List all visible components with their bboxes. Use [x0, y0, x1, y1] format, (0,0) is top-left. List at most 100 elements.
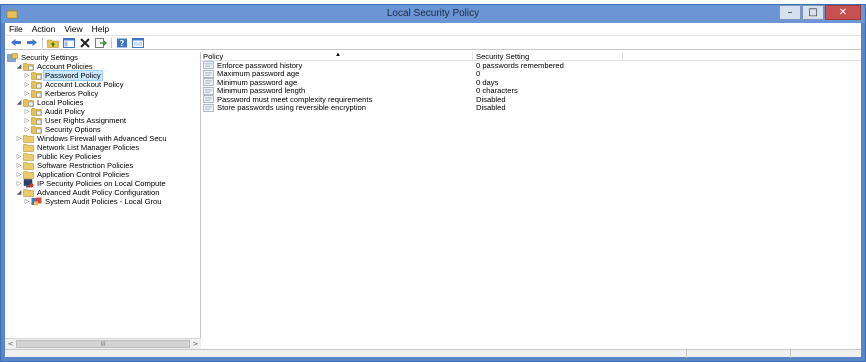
folder-icon [23, 143, 34, 152]
help-button[interactable]: ? [115, 37, 129, 49]
tree-node[interactable]: ▷ Windows Firewall with Advanced Secu [5, 134, 201, 143]
title-bar[interactable]: Local Security Policy – □ ✕ [1, 5, 865, 23]
folder-icon [23, 170, 34, 179]
column-header-security-setting[interactable]: Security Setting [473, 52, 623, 61]
policy-row[interactable]: Password must meet complexity requiremen… [201, 95, 861, 104]
tree-node-label: Public Key Policies [37, 152, 102, 161]
policy-setting-icon [203, 69, 214, 78]
folder-policy-icon [31, 107, 42, 116]
policy-setting-icon [203, 95, 214, 104]
policy-row[interactable]: Enforce password history 0 passwords reme… [201, 61, 861, 70]
tree-node-label: Application Control Policies [37, 170, 130, 179]
forward-icon [27, 39, 37, 46]
tree-node-label: Local Policies [37, 98, 84, 107]
tree-node[interactable]: ▷ Security Options [5, 125, 201, 134]
tree-node[interactable]: ▷ System Audit Policies - Local Grou [5, 197, 201, 206]
console-tree: Security Settings ◢ Account Policies ▷ Passw… [5, 53, 201, 338]
audit-policies-icon [31, 197, 42, 206]
tree-node-label: System Audit Policies - Local Grou [45, 197, 162, 206]
tree-node[interactable]: Security Settings [5, 53, 201, 62]
scroll-thumb[interactable]: III [16, 340, 190, 348]
tree-node-label: Windows Firewall with Advanced Secu [37, 134, 167, 143]
toolbar-separator [42, 37, 43, 48]
forward-button[interactable] [25, 37, 39, 49]
expanded-arrow-icon[interactable]: ◢ [15, 62, 23, 71]
policy-setting-icon [203, 61, 214, 70]
properties-button[interactable] [131, 37, 145, 49]
folder-icon [23, 188, 34, 197]
tree-node[interactable]: ▷ Software Restriction Policies [5, 161, 201, 170]
collapsed-arrow-icon[interactable]: ▷ [15, 152, 23, 161]
svg-text:?: ? [120, 39, 125, 48]
policy-row[interactable]: Minimum password length 0 characters [201, 86, 861, 95]
menu-action[interactable]: Action [32, 24, 56, 34]
show-hide-console-tree-button[interactable] [62, 37, 76, 49]
export-list-button[interactable] [94, 37, 108, 49]
tree-node-label: IP Security Policies on Local Compute [37, 179, 166, 188]
policy-list: Enforce password history 0 passwords reme… [201, 61, 861, 112]
local-security-policy-window: Local Security Policy – □ ✕ File Action … [0, 4, 866, 362]
tree-node[interactable]: ▷ Audit Policy [5, 107, 201, 116]
maximize-button[interactable]: □ [802, 5, 824, 20]
collapsed-arrow-icon[interactable]: ▷ [15, 134, 23, 143]
expanded-arrow-icon[interactable]: ◢ [15, 188, 23, 197]
folder-policy-icon [31, 116, 42, 125]
status-segment [5, 350, 687, 358]
panes: Security Settings ◢ Account Policies ▷ Passw… [5, 52, 861, 349]
tree-node[interactable]: ▷ Account Lockout Policy [5, 80, 201, 89]
scroll-left-arrow[interactable]: < [5, 339, 16, 349]
up-folder-icon [47, 39, 59, 48]
export-list-icon [95, 37, 107, 48]
collapsed-arrow-icon[interactable]: ▷ [23, 71, 31, 80]
tree-node-label: Security Settings [21, 53, 78, 62]
collapsed-arrow-icon[interactable]: ▷ [15, 170, 23, 179]
tree-node[interactable]: ◢ Account Policies [5, 62, 201, 71]
collapsed-arrow-icon[interactable]: ▷ [23, 107, 31, 116]
tree-node-label: Kerberos Policy [45, 89, 99, 98]
policy-row[interactable]: Maximum password age 0 [201, 69, 861, 78]
folder-policy-icon [23, 62, 34, 71]
expanded-arrow-icon[interactable]: ◢ [15, 98, 23, 107]
collapsed-arrow-icon[interactable]: ▷ [15, 179, 23, 188]
tree-node[interactable]: ◢ Local Policies [5, 98, 201, 107]
tree-node[interactable]: ▷ Password Policy [5, 70, 201, 81]
mmc-client-area: File Action View Help ? Security Setting… [5, 23, 861, 358]
collapsed-arrow-icon[interactable]: ▷ [23, 80, 31, 89]
collapsed-arrow-icon[interactable]: ▷ [23, 116, 31, 125]
delete-button[interactable] [78, 37, 92, 49]
up-one-level-button[interactable] [46, 37, 60, 49]
collapsed-arrow-icon[interactable]: ▷ [23, 89, 31, 98]
menu-view[interactable]: View [64, 24, 82, 34]
policy-setting-icon [203, 103, 214, 112]
tree-node[interactable]: ▷ Kerberos Policy [5, 89, 201, 98]
tree-node[interactable]: ▷ Public Key Policies [5, 152, 201, 161]
security-setting-value: Disabled [476, 103, 506, 113]
policy-setting-icon [203, 78, 214, 87]
minimize-button[interactable]: – [779, 5, 801, 20]
policy-row[interactable]: Minimum password age 0 days [201, 78, 861, 87]
delete-icon [80, 37, 90, 48]
details-pane: Policy ▲ Security Setting Enforce passwo… [201, 52, 861, 349]
tree-horizontal-scrollbar[interactable]: < III > [5, 338, 201, 349]
tree-node[interactable]: Network List Manager Policies [5, 143, 201, 152]
tree-node[interactable]: ◢ Advanced Audit Policy Configuration [5, 188, 201, 197]
column-header-policy[interactable]: Policy ▲ [201, 52, 473, 61]
collapsed-arrow-icon[interactable]: ▷ [15, 161, 23, 170]
folder-icon [23, 161, 34, 170]
tree-node-label: Advanced Audit Policy Configuration [37, 188, 160, 197]
close-button[interactable]: ✕ [825, 5, 861, 20]
menu-file[interactable]: File [9, 24, 23, 34]
status-segment [687, 350, 791, 358]
scroll-right-arrow[interactable]: > [190, 339, 201, 349]
status-segment [791, 350, 861, 358]
folder-policy-icon [31, 80, 42, 89]
back-button[interactable] [9, 37, 23, 49]
collapsed-arrow-icon[interactable]: ▷ [23, 197, 31, 206]
collapsed-arrow-icon[interactable]: ▷ [23, 125, 31, 134]
tree-node[interactable]: ▷ Application Control Policies [5, 170, 201, 179]
tree-node-label: Security Options [45, 125, 101, 134]
tree-node[interactable]: ▷ IP Security Policies on Local Compute [5, 179, 201, 188]
tree-node[interactable]: ▷ User Rights Assignment [5, 116, 201, 125]
menu-help[interactable]: Help [92, 24, 109, 34]
policy-row[interactable]: Store passwords using reversible encrypt… [201, 103, 861, 113]
